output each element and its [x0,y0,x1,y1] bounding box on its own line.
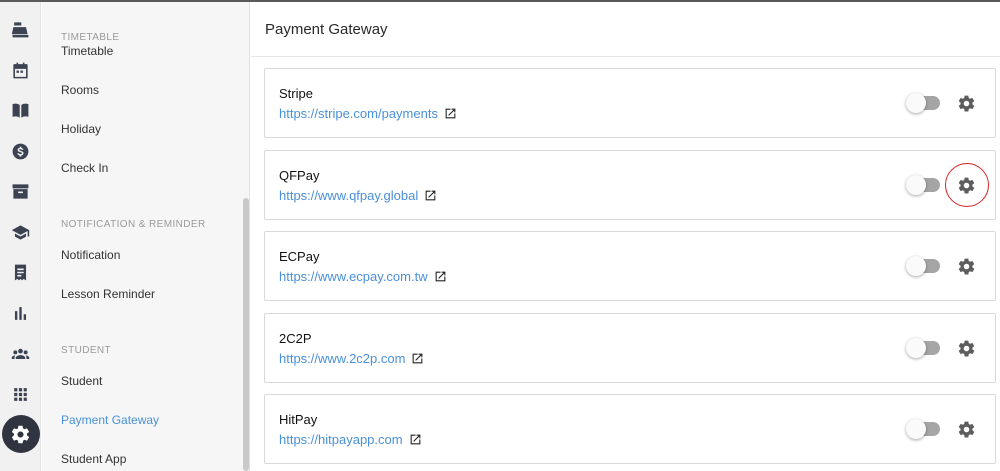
users-icon[interactable] [0,333,41,373]
cash-register-icon[interactable] [0,9,41,49]
gateway-settings-button[interactable] [956,93,976,113]
gateway-link[interactable]: https://www.qfpay.global [279,188,437,203]
page-title: Payment Gateway [265,21,388,38]
gateway-name: 2C2P [279,331,312,346]
settings-rail-item[interactable] [0,414,41,454]
gateway-enable-toggle[interactable] [906,175,940,195]
gateway-url-text: https://stripe.com/payments [279,106,438,121]
gateway-card-hitpay: HitPay https://hitpayapp.com [264,394,996,464]
gateway-enable-toggle[interactable] [906,338,940,358]
section-heading-timetable: TIMETABLE [61,32,120,43]
external-link-icon [444,107,457,120]
gateway-name: ECPay [279,249,320,264]
receipt-icon[interactable] [0,252,41,292]
highlight-ring [945,163,989,207]
gateway-settings-button[interactable] [956,419,976,439]
external-link-icon [434,270,447,283]
gateway-name: HitPay [279,412,318,427]
submenu-scrollbar[interactable] [243,198,249,471]
submenu-item-student[interactable]: Student [61,374,102,388]
section-heading-student: STUDENT [61,345,112,356]
gateway-name: QFPay [279,168,320,183]
main-content: Payment Gateway Stripe https://stripe.co… [251,2,1000,471]
gateway-url-text: https://www.qfpay.global [279,188,419,203]
gateway-link[interactable]: https://www.2c2p.com [279,351,424,366]
external-link-icon [424,189,437,202]
icon-rail [0,2,41,471]
submenu-item-payment-gateway[interactable]: Payment Gateway [61,413,159,427]
gear-icon [1,415,40,453]
book-icon[interactable] [0,90,41,130]
submenu-item-check-in[interactable]: Check In [61,161,108,175]
gateway-card-stripe: Stripe https://stripe.com/payments [264,68,996,138]
gear-icon [958,421,974,437]
gear-icon [958,340,974,356]
gateway-url-text: https://www.ecpay.com.tw [279,269,428,284]
submenu-item-student-app[interactable]: Student App [61,452,126,466]
submenu-item-notification[interactable]: Notification [61,248,120,262]
submenu-item-holiday[interactable]: Holiday [61,122,101,136]
title-divider [251,56,1000,57]
gear-icon [958,258,974,274]
gateway-enable-toggle[interactable] [906,93,940,113]
graduation-cap-icon[interactable] [0,212,41,252]
submenu-item-rooms[interactable]: Rooms [61,83,99,97]
section-heading-notification: NOTIFICATION & REMINDER [61,219,206,230]
external-link-icon [411,352,424,365]
calendar-icon[interactable] [0,50,41,90]
gateway-url-text: https://hitpayapp.com [279,432,403,447]
bar-chart-icon[interactable] [0,293,41,333]
submenu-item-lesson-reminder[interactable]: Lesson Reminder [61,287,155,301]
gateway-link[interactable]: https://stripe.com/payments [279,106,457,121]
toggle-knob [906,419,926,439]
gateway-link[interactable]: https://hitpayapp.com [279,432,422,447]
gateway-card-qfpay: QFPay https://www.qfpay.global [264,150,996,220]
gear-icon [958,95,974,111]
dollar-icon[interactable] [0,131,41,171]
archive-icon[interactable] [0,171,41,211]
external-link-icon [409,433,422,446]
gateway-link[interactable]: https://www.ecpay.com.tw [279,269,447,284]
gateway-enable-toggle[interactable] [906,419,940,439]
apps-grid-icon[interactable] [0,374,41,414]
settings-submenu: TIMETABLE Timetable Rooms Holiday Check … [42,2,250,471]
toggle-knob [906,93,926,113]
gateway-enable-toggle[interactable] [906,256,940,276]
toggle-knob [906,256,926,276]
gateway-name: Stripe [279,86,313,101]
gateway-card-ecpay: ECPay https://www.ecpay.com.tw [264,231,996,301]
gateway-settings-button[interactable] [956,256,976,276]
submenu-item-timetable[interactable]: Timetable [61,44,113,58]
gateway-settings-button[interactable] [956,338,976,358]
gateway-url-text: https://www.2c2p.com [279,351,406,366]
toggle-knob [906,338,926,358]
toggle-knob [906,175,926,195]
gateway-card-2c2p: 2C2P https://www.2c2p.com [264,313,996,383]
